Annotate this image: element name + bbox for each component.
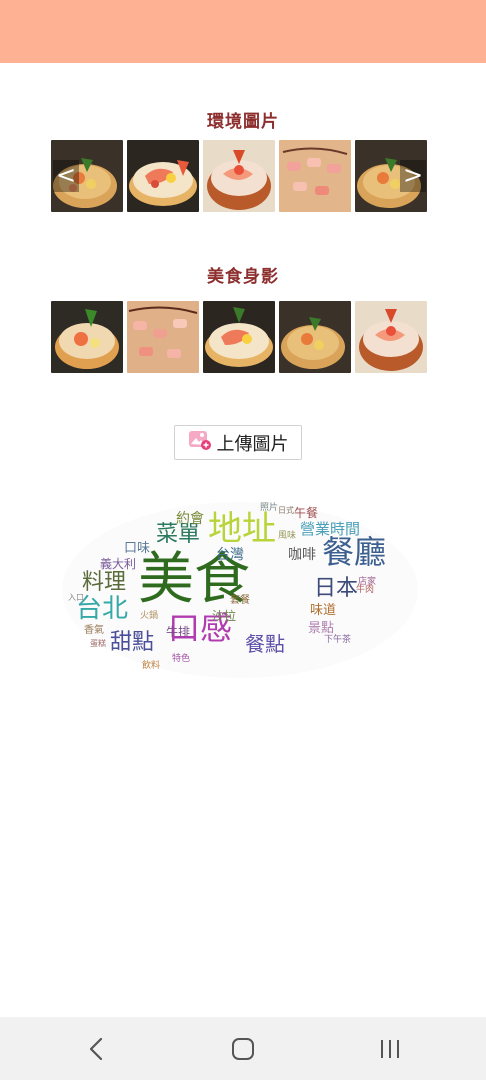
word-cloud-word: 風味 [278, 531, 297, 541]
food-thumbnail-3[interactable] [203, 301, 275, 373]
word-cloud-word: 照片 [260, 503, 279, 513]
environment-section-title: 環境圖片 [207, 112, 279, 132]
carousel-next-button[interactable]: > [400, 160, 426, 192]
environment-image-carousel[interactable]: < > [51, 140, 428, 212]
word-cloud-word: 蛋糕 [90, 639, 106, 648]
back-icon[interactable] [78, 1035, 118, 1063]
upload-button-label: 上傳圖片 [216, 433, 289, 455]
word-cloud-word: 景點 [308, 621, 335, 636]
food-thumbnail-2[interactable] [127, 301, 199, 373]
app-header-bar [0, 0, 486, 63]
word-cloud: 美食 地址 餐廳 口感 台北 甜點 餐點 日本 菜單 料理 營業時間 約會 台灣… [60, 500, 420, 680]
environment-thumbnail-3[interactable] [203, 140, 275, 212]
word-cloud-word: 日式 [278, 506, 294, 515]
word-cloud-word: 日本 [314, 576, 359, 601]
word-cloud-word: 菜單 [156, 522, 201, 547]
system-navigation-bar [0, 1017, 486, 1080]
word-cloud-word: 飲料 [142, 661, 161, 671]
word-cloud-word: 沙拉 [212, 609, 237, 623]
word-cloud-word: 套餐 [230, 595, 250, 606]
word-cloud-word: 牛排 [166, 625, 191, 639]
food-image-gallery [51, 301, 428, 373]
food-thumbnail-5[interactable] [355, 301, 427, 373]
word-cloud-word: 味道 [310, 603, 337, 618]
word-cloud-word: 台灣 [216, 547, 244, 563]
word-cloud-word: 火鍋 [140, 611, 159, 621]
word-cloud-word: 甜點 [110, 630, 155, 655]
word-cloud-word: 約會 [176, 511, 204, 527]
word-cloud-word: 營業時間 [300, 520, 361, 538]
word-cloud-word: 餐廳 [322, 533, 387, 571]
word-cloud-word: 特色 [172, 654, 191, 664]
recents-icon[interactable] [370, 1035, 410, 1063]
food-thumbnail-4[interactable] [279, 301, 351, 373]
word-cloud-word: 入口 [68, 593, 84, 602]
food-section-title: 美食身影 [207, 267, 279, 287]
word-cloud-word: 午餐 [294, 506, 319, 520]
word-cloud-word: 料理 [82, 570, 127, 595]
word-cloud-word: 香氣 [84, 625, 104, 636]
word-cloud-word: 牛肉 [356, 585, 375, 595]
home-icon[interactable] [223, 1035, 263, 1063]
carousel-prev-button[interactable]: < [53, 160, 79, 192]
food-thumbnail-1[interactable] [51, 301, 123, 373]
word-cloud-word: 義大利 [100, 557, 137, 571]
word-cloud-word: 地址 [208, 509, 276, 549]
upload-image-button[interactable]: 上傳圖片 [174, 425, 302, 460]
environment-thumbnail-4[interactable] [279, 140, 351, 212]
image-add-icon [188, 429, 212, 456]
word-cloud-word: 餐點 [245, 632, 285, 656]
word-cloud-word: 口味 [124, 541, 151, 556]
environment-thumbnail-2[interactable] [127, 140, 199, 212]
word-cloud-word: 下午茶 [324, 635, 352, 645]
word-cloud-word: 咖啡 [288, 547, 316, 563]
